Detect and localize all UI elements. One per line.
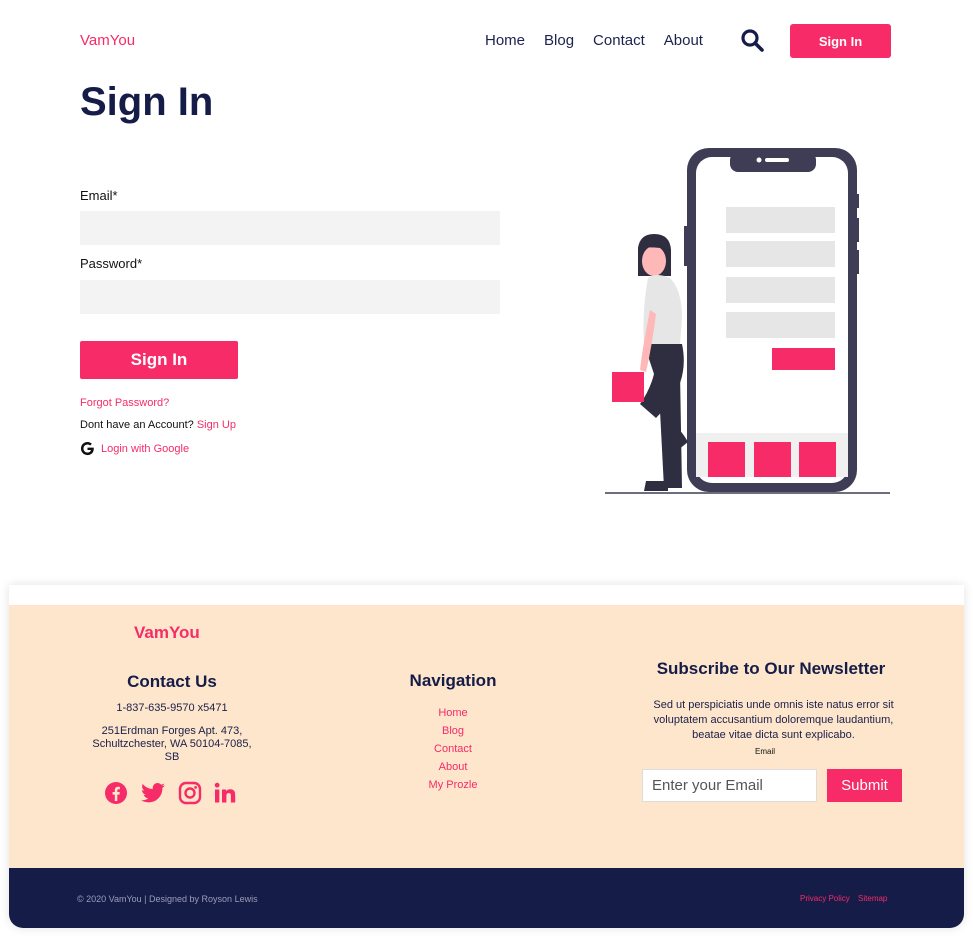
newsletter-email-label: Email bbox=[755, 747, 776, 756]
password-label: Password* bbox=[80, 256, 143, 271]
footer-nav-profile[interactable]: My Prozle bbox=[403, 776, 503, 794]
google-login-link[interactable]: Login with Google bbox=[80, 441, 189, 456]
linkedin-icon[interactable] bbox=[213, 780, 237, 806]
contact-phone: 1-837-635-9570 x5471 bbox=[116, 702, 228, 714]
sign-in-button[interactable]: Sign In bbox=[80, 341, 238, 379]
navigation-title: Navigation bbox=[409, 671, 497, 690]
nav-home[interactable]: Home bbox=[485, 32, 525, 49]
copyright: © 2020 VamYou | Designed by Royson Lewis bbox=[77, 894, 258, 904]
newsletter-submit-button[interactable]: Submit bbox=[827, 769, 902, 802]
contact-address: 251Erdman Forges Apt. 473, Schultzcheste… bbox=[92, 725, 252, 763]
google-login-label: Login with Google bbox=[101, 442, 190, 455]
google-icon bbox=[80, 441, 94, 456]
search-icon[interactable] bbox=[740, 28, 764, 52]
phone-illustration bbox=[605, 148, 890, 494]
footer-nav-about[interactable]: About bbox=[403, 758, 503, 776]
sitemap-link[interactable]: Sitemap bbox=[858, 894, 887, 903]
newsletter-email-input[interactable] bbox=[642, 769, 817, 802]
brand-logo[interactable]: VamYou bbox=[80, 32, 135, 49]
main-nav: Home Blog Contact About bbox=[485, 32, 722, 49]
email-field[interactable] bbox=[80, 211, 500, 245]
signup-prompt: Dont have an Account? Sign Up bbox=[80, 419, 236, 431]
footer-brand-logo[interactable]: VamYou bbox=[134, 623, 200, 643]
footer-nav-home[interactable]: Home bbox=[403, 704, 503, 722]
social-links bbox=[104, 780, 237, 806]
no-account-text: Dont have an Account? bbox=[80, 419, 194, 431]
password-field[interactable] bbox=[80, 280, 500, 314]
instagram-icon[interactable] bbox=[178, 780, 202, 806]
nav-blog[interactable]: Blog bbox=[544, 32, 574, 49]
footer-top-strip bbox=[9, 585, 964, 605]
privacy-policy-link[interactable]: Privacy Policy bbox=[800, 894, 850, 903]
twitter-icon[interactable] bbox=[139, 780, 167, 806]
header-sign-in-button[interactable]: Sign In bbox=[790, 24, 891, 58]
page-title: Sign In bbox=[80, 80, 214, 124]
email-label: Email* bbox=[80, 188, 118, 203]
nav-about[interactable]: About bbox=[664, 32, 703, 49]
facebook-icon[interactable] bbox=[104, 780, 128, 806]
footer-nav-contact[interactable]: Contact bbox=[403, 740, 503, 758]
forgot-password-link[interactable]: Forgot Password? bbox=[80, 397, 169, 409]
footer-nav-blog[interactable]: Blog bbox=[403, 722, 503, 740]
nav-contact[interactable]: Contact bbox=[593, 32, 645, 49]
legal-links: Privacy Policy Sitemap bbox=[800, 894, 893, 903]
footer-nav: Home Blog Contact About My Prozle bbox=[403, 704, 503, 794]
newsletter-title: Subscribe to Our Newsletter bbox=[656, 659, 886, 678]
newsletter-description: Sed ut perspiciatis unde omnis iste natu… bbox=[653, 699, 894, 741]
contact-title: Contact Us bbox=[127, 672, 217, 691]
sign-up-link[interactable]: Sign Up bbox=[197, 419, 236, 431]
